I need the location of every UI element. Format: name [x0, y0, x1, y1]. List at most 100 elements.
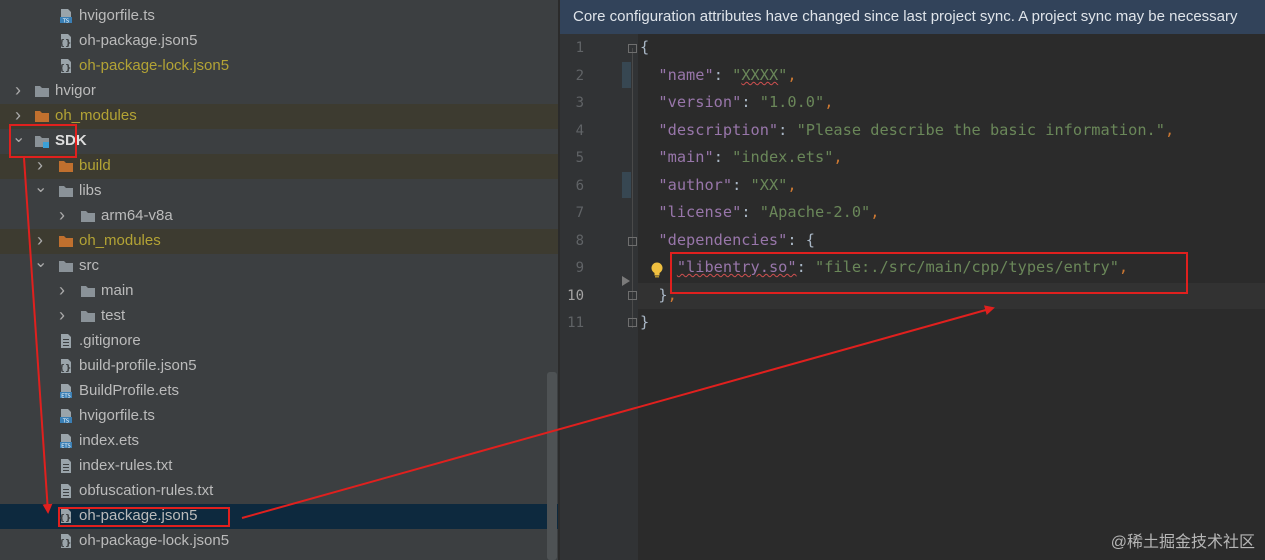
- tree-item-label: libs: [79, 182, 102, 199]
- tree-item[interactable]: › hvigor: [0, 79, 560, 104]
- svg-text:{}: {}: [59, 64, 72, 74]
- tree-item[interactable]: › oh_modules: [0, 104, 560, 129]
- json5-file-icon: {}: [59, 34, 71, 49]
- line-number: 9: [575, 260, 584, 276]
- tree-item[interactable]: {} oh-package-lock.json5: [0, 54, 560, 79]
- code-line-5[interactable]: "main": "index.ets",: [640, 148, 842, 166]
- json5-file-icon: {}: [59, 534, 72, 549]
- ts-file-icon: TS: [60, 409, 72, 424]
- code-line-1[interactable]: {: [640, 38, 649, 56]
- chevron-right-icon[interactable]: ›: [56, 206, 68, 224]
- json5-file-icon: {}: [59, 59, 72, 74]
- tree-item[interactable]: TS hvigorfile.ts: [0, 4, 560, 29]
- code-line-8[interactable]: "dependencies": {: [640, 231, 815, 249]
- code-line-3[interactable]: "version": "1.0.0",: [640, 93, 833, 111]
- ts-file-icon: TS: [60, 9, 72, 24]
- chevron-right-icon[interactable]: ›: [34, 156, 46, 174]
- tree-item-label: build-profile.json5: [79, 357, 197, 374]
- chevron-down-icon[interactable]: ⌄: [34, 180, 47, 197]
- folder-icon: [59, 186, 73, 197]
- tree-item-label: hvigorfile.ts: [79, 7, 155, 24]
- annotation-box-sdk: [9, 124, 77, 158]
- chevron-down-icon[interactable]: ⌄: [34, 255, 47, 272]
- chevron-right-icon[interactable]: ›: [56, 306, 68, 324]
- tree-item[interactable]: ⌄ src: [0, 254, 560, 279]
- line-number: 3: [575, 95, 584, 111]
- tree-item[interactable]: {} build-profile.json5: [0, 354, 560, 379]
- ets-file-icon: ETS: [60, 434, 72, 449]
- fold-marker-icon[interactable]: [628, 291, 637, 300]
- code-line-4[interactable]: "description": "Please describe the basi…: [640, 121, 1174, 139]
- folder-excluded-icon: [35, 111, 49, 122]
- tree-item-label: oh-package-lock.json5: [79, 532, 230, 549]
- code-line-6[interactable]: "author": "XX",: [640, 176, 796, 194]
- tree-item[interactable]: › main: [0, 279, 560, 304]
- tree-item[interactable]: › arm64-v8a: [0, 204, 560, 229]
- tree-item[interactable]: {} oh-package.json5: [0, 29, 560, 54]
- tree-item[interactable]: {} oh-package-lock.json5: [0, 529, 560, 554]
- text-file-icon: [61, 484, 71, 498]
- folder-excluded-icon: [59, 161, 73, 172]
- tree-item-label: BuildProfile.ets: [79, 382, 180, 399]
- tree-item-label: oh-package.json5: [79, 32, 198, 49]
- json5-file-icon: {}: [59, 359, 72, 374]
- ets-file-icon: ETS: [60, 384, 72, 399]
- tree-item-label: arm64-v8a: [101, 207, 173, 224]
- folder-icon: [81, 311, 95, 322]
- tree-item[interactable]: ⌄ SDK: [0, 129, 560, 154]
- tree-item[interactable]: TS hvigorfile.ts: [0, 404, 560, 429]
- tree-scrollbar[interactable]: [547, 372, 557, 560]
- folder-icon: [81, 211, 95, 222]
- tree-item-label: oh-package-lock.json5: [79, 57, 230, 74]
- line-number: 7: [575, 205, 584, 221]
- tree-item[interactable]: .gitignore: [0, 329, 560, 354]
- chevron-right-icon[interactable]: ›: [34, 231, 46, 249]
- line-number: 10: [567, 288, 584, 304]
- folder-icon: [59, 261, 73, 272]
- chevron-right-icon[interactable]: ›: [12, 106, 24, 124]
- fold-marker-icon[interactable]: [628, 318, 637, 327]
- line-number: 1: [575, 40, 584, 56]
- change-marker: [622, 62, 631, 88]
- svg-text:ETS: ETS: [61, 393, 70, 399]
- tree-item[interactable]: › build: [0, 154, 560, 179]
- change-marker: [622, 172, 631, 198]
- breakpoint-arrow-icon: [622, 276, 630, 286]
- code-line-2[interactable]: "name": "XXXX",: [640, 66, 796, 84]
- tree-item-label: hvigor: [55, 82, 96, 99]
- tree-item-label: oh_modules: [79, 232, 161, 249]
- tree-item-label: .gitignore: [79, 332, 141, 349]
- lightbulb-icon[interactable]: [650, 262, 664, 278]
- tree-item[interactable]: ⌄ libs: [0, 179, 560, 204]
- tree-item-label: index-rules.txt: [79, 457, 173, 474]
- svg-text:{}: {}: [59, 364, 72, 374]
- tree-item-label: main: [101, 282, 134, 299]
- line-number: 11: [567, 315, 584, 331]
- fold-marker-icon[interactable]: [628, 237, 637, 246]
- text-file-icon: [61, 334, 71, 348]
- folder-icon: [81, 286, 95, 297]
- line-number: 8: [575, 233, 584, 249]
- svg-text:TS: TS: [62, 418, 69, 424]
- chevron-right-icon[interactable]: ›: [12, 81, 24, 99]
- tree-item[interactable]: index-rules.txt: [0, 454, 560, 479]
- line-number: 5: [575, 150, 584, 166]
- watermark: @稀土掘金技术社区: [1110, 534, 1255, 551]
- svg-text:TS: TS: [62, 18, 69, 24]
- code-line-11[interactable]: }: [640, 313, 649, 331]
- tree-item[interactable]: obfuscation-rules.txt: [0, 479, 560, 504]
- tree-item-label: build: [79, 157, 111, 174]
- project-tree-panel: TS hvigorfile.ts {} oh-package.json5 {} oh-pa…: [0, 0, 560, 560]
- chevron-right-icon[interactable]: ›: [56, 281, 68, 299]
- annotation-box-oh-package: [58, 507, 230, 527]
- svg-text:{}: {}: [59, 539, 72, 549]
- folder-excluded-icon: [59, 236, 73, 247]
- indent-guide: [632, 48, 633, 328]
- tree-item[interactable]: ETS BuildProfile.ets: [0, 379, 560, 404]
- code-line-7[interactable]: "license": "Apache-2.0",: [640, 203, 879, 221]
- tree-item[interactable]: › test: [0, 304, 560, 329]
- sync-notification-banner: Core configuration attributes have chang…: [560, 0, 1265, 34]
- tree-item[interactable]: ETS index.ets: [0, 429, 560, 454]
- fold-marker-icon[interactable]: [628, 44, 637, 53]
- tree-item[interactable]: › oh_modules: [0, 229, 560, 254]
